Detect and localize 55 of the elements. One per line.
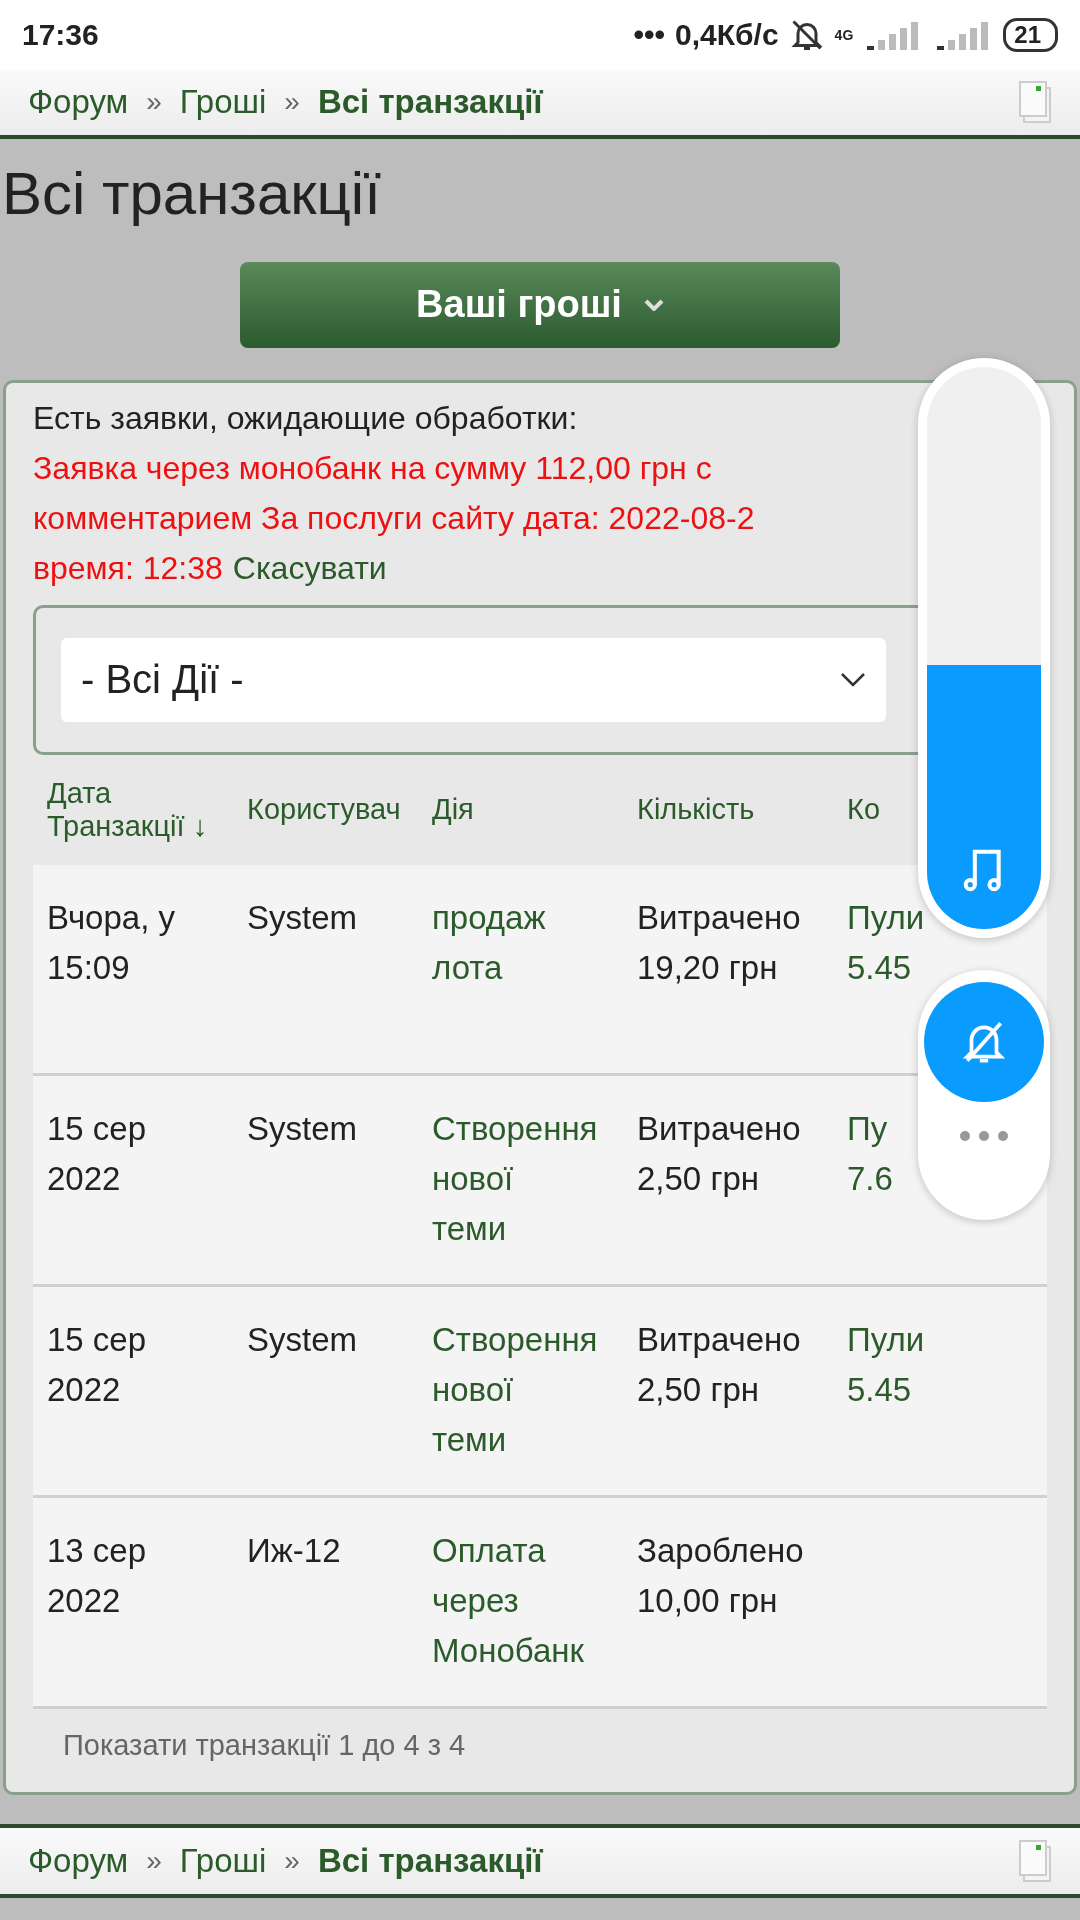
breadcrumb-link[interactable]: Всі транзакції xyxy=(317,1842,543,1881)
amount-cell-text: Витрачено 2,50 грн xyxy=(636,1319,801,1410)
action-link[interactable]: продаж лота xyxy=(418,892,546,1043)
action-select[interactable]: - Всі Дії - xyxy=(61,637,886,722)
date-cell-text: 13 сер 2022 xyxy=(46,1530,147,1621)
pending-heading: Есть заявки, ожидающие обработки: xyxy=(33,398,579,438)
notification-dots: ••• xyxy=(633,17,666,52)
bullets-link[interactable]: Пули 5.45 xyxy=(833,892,925,1043)
breadcrumb-separator: » xyxy=(284,86,300,119)
page-title: Всі транзакції xyxy=(2,159,382,229)
battery-level: 21 xyxy=(1003,17,1058,52)
user-cell-text: System xyxy=(246,897,358,938)
breadcrumb-separator: » xyxy=(146,1845,162,1878)
column-header[interactable]: Користувач xyxy=(233,793,401,827)
action-link[interactable]: Створення нової теми xyxy=(418,1314,598,1465)
mute-button[interactable] xyxy=(924,982,1044,1102)
pagination-info: Показати транзакції 1 до 4 з 4 xyxy=(62,1727,467,1763)
more-icon[interactable] xyxy=(959,1130,1009,1142)
breadcrumb-link[interactable]: Форум xyxy=(28,83,129,122)
bullets-link[interactable]: Пу 7.6 xyxy=(833,1103,893,1254)
amount-cell-text: Витрачено 2,50 грн xyxy=(636,1108,801,1199)
action-link[interactable]: Створення нової теми xyxy=(418,1103,598,1254)
action-link[interactable]: Оплата через Монобанк xyxy=(418,1525,584,1676)
amount-cell-text: Зароблено 10,00 грн xyxy=(636,1530,804,1621)
volume-slider[interactable] xyxy=(927,367,1041,929)
breadcrumb-link[interactable]: Форум xyxy=(28,1842,129,1881)
column-header[interactable]: Кількість xyxy=(623,793,755,827)
date-cell-text: 15 сер 2022 xyxy=(46,1108,147,1199)
network-type: 4G xyxy=(834,26,854,43)
pending-request-text: Заявка через монобанк на сумму 112,00 грн с xyxy=(33,448,713,488)
caret-icon xyxy=(643,298,664,311)
cancel-link[interactable]: Скасувати xyxy=(232,542,387,593)
breadcrumb-link[interactable]: Гроші xyxy=(179,83,267,122)
amount-cell-text: Витрачено 19,20 грн xyxy=(636,897,801,988)
money-menu-button[interactable]: Ваші гроші xyxy=(240,262,840,348)
pending-request-text: комментарием За послуги сайту дата: 2022-08-2 xyxy=(33,498,756,538)
chevron-icon xyxy=(840,671,866,688)
breadcrumb-separator: » xyxy=(146,86,162,119)
column-header[interactable]: Дата Транзакції ↓ xyxy=(33,776,233,843)
document-icon[interactable] xyxy=(1018,80,1052,125)
pending-request-text: время: 12:38 xyxy=(33,548,223,588)
clock: 17:36 xyxy=(22,17,99,52)
breadcrumb-separator: » xyxy=(284,1845,300,1878)
document-icon[interactable] xyxy=(1018,1839,1052,1884)
bullets-link[interactable]: Пули 5.45 xyxy=(833,1314,925,1465)
date-cell-text: 15 сер 2022 xyxy=(46,1319,147,1410)
column-header[interactable]: Ко xyxy=(833,793,881,827)
user-cell-text: Иж-12 xyxy=(246,1530,341,1571)
date-cell-text: Вчора, у 15:09 xyxy=(46,897,175,988)
user-cell-text: System xyxy=(246,1108,358,1149)
breadcrumb-link[interactable]: Всі транзакції xyxy=(317,83,543,122)
network-speed: 0,4Кб/с xyxy=(675,17,779,52)
breadcrumb-link[interactable]: Гроші xyxy=(179,1842,267,1881)
user-cell-text: System xyxy=(246,1319,358,1360)
column-header[interactable]: Дія xyxy=(418,793,474,827)
